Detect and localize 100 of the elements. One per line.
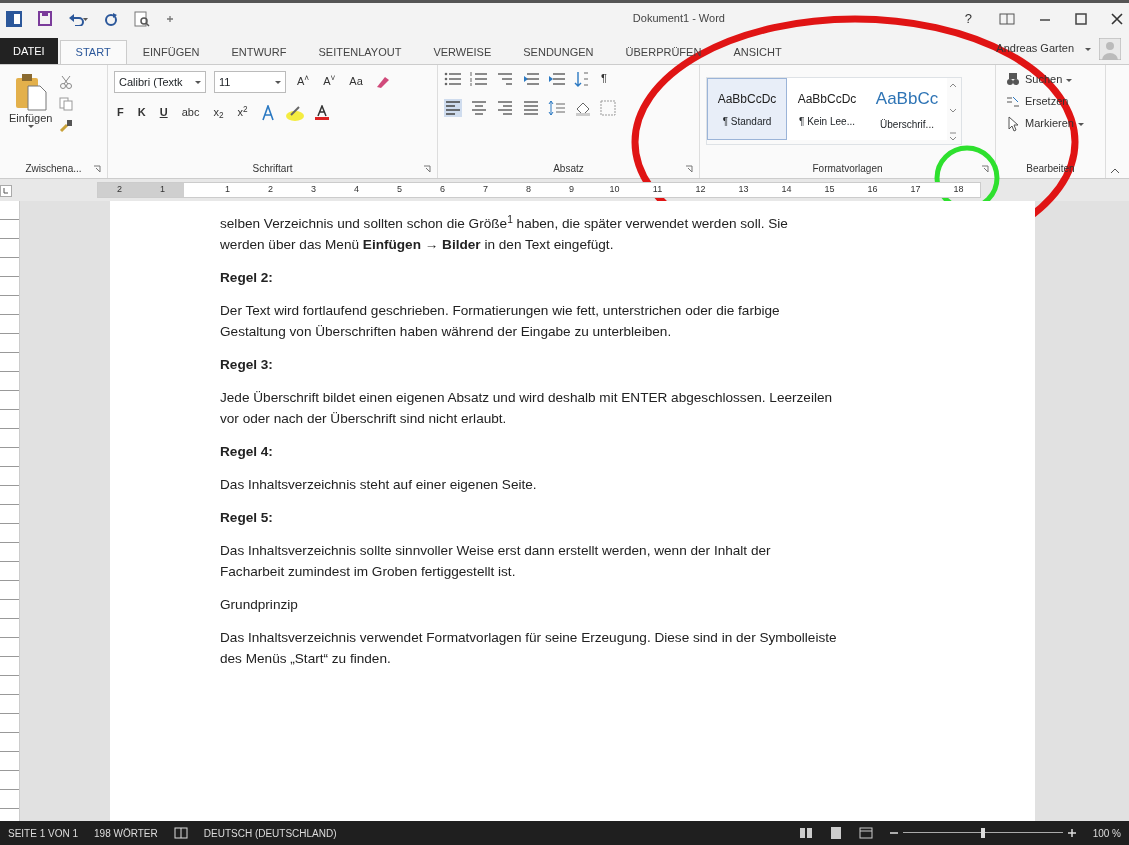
ribbon-tab[interactable]: ANSICHT — [717, 39, 798, 64]
ribbon-display-icon[interactable] — [999, 12, 1015, 25]
tab-selector-icon[interactable] — [0, 184, 12, 197]
ruler-number: 13 — [738, 184, 749, 195]
align-icon[interactable] — [496, 99, 514, 117]
group-label: Absatz — [553, 162, 584, 176]
ruler-number: 11 — [652, 184, 663, 195]
paragraph-text: Das Inhaltsverzeichnis verwendet Formatvorlagen für seine Erzeugung. Diese sind in der Symbolleiste des Menüs „Start“ zu finden. — [220, 629, 838, 668]
font-button[interactable]: A$^{˄}$ — [294, 74, 313, 90]
increase-indent-icon[interactable] — [548, 71, 566, 87]
paragraph-text: Grundprinzip — [220, 596, 299, 614]
ruler-number: 6 — [440, 184, 445, 195]
help-button[interactable]: ? — [961, 9, 975, 28]
redo-icon[interactable] — [104, 11, 118, 26]
print-layout-icon[interactable] — [828, 827, 843, 839]
dialog-launcher-icon[interactable] — [685, 164, 693, 173]
collapse-ribbon-icon[interactable] — [1110, 168, 1120, 174]
font-button[interactable]: A$^{˅}$ — [320, 74, 339, 90]
ribbon-tab[interactable]: SEITENLAYOUT — [302, 39, 418, 64]
ribbon-tab[interactable]: SENDUNGEN — [507, 39, 610, 64]
style-tile[interactable]: AaBbCcDc ¶ Kein Lee... — [787, 78, 867, 140]
style-tile[interactable]: AaBbCcDc ¶ Standard — [707, 78, 787, 140]
ribbon-tab[interactable]: ÜBERPRÜFEN — [609, 39, 718, 64]
page-count[interactable]: SEITE 1 VON 1 — [8, 825, 79, 841]
caret-icon — [27, 125, 34, 129]
caret-icon — [275, 80, 281, 84]
group-label: Zwischena... — [25, 162, 82, 176]
caret-icon — [1066, 78, 1073, 82]
font-size-field[interactable]: 11 — [214, 71, 286, 93]
ribbon-tab[interactable]: START — [59, 39, 127, 64]
ribbon-tab[interactable]: EINFÜGEN — [126, 39, 216, 64]
file-tab[interactable]: DATEI — [0, 37, 58, 64]
bullet-list-icon[interactable] — [444, 71, 462, 87]
binoculars-icon — [1005, 72, 1021, 88]
decrease-indent-icon[interactable] — [522, 71, 540, 87]
ruler-number: 18 — [953, 184, 964, 195]
ribbon-tab[interactable]: VERWEISE — [417, 39, 508, 64]
undo-icon[interactable] — [68, 11, 88, 26]
ruler-number: 7 — [483, 184, 488, 195]
language-indicator[interactable]: DEUTSCH (DEUTSCHLAND) — [203, 825, 337, 841]
show-formatting-button[interactable]: ¶ — [598, 71, 610, 87]
web-layout-icon[interactable] — [858, 827, 873, 839]
paragraph-text: Das Inhaltsverzeichnis sollte sinnvoller Weise erst dann erstellt werden, wenn der Inhalt der Facharbeit zumindest im Groben fertiggestellt ist. — [220, 542, 772, 581]
shading-icon[interactable] — [574, 100, 592, 116]
word-count[interactable]: 198 WÖRTER — [94, 825, 158, 841]
font-button[interactable]: Aa — [346, 74, 366, 90]
format-button[interactable]: F — [114, 105, 127, 121]
customize-icon[interactable] — [166, 14, 174, 23]
ruler-number: 10 — [609, 184, 620, 195]
paragraph-text: Der Text wird fortlaufend geschrieben. Formatierungen wie fett, unterstrichen oder die farbige Gestaltung von Überschriften haben während der Eingabe zu unterbleiben. — [220, 302, 781, 341]
close-icon[interactable] — [1111, 12, 1123, 25]
font-color-icon[interactable] — [312, 105, 331, 121]
format-button[interactable]: x$_{2}$ — [210, 105, 227, 121]
style-tile[interactable]: AaBbCc Überschrif... — [867, 78, 947, 140]
paragraph-text: Jede Überschrift bildet einen eigenen Absatz und wird deshalb mit ENTER abgeschlossen. Leerzeilen vor oder nach der Überschrift sind nicht erlaubt. — [220, 389, 834, 428]
sort-icon[interactable] — [574, 71, 590, 87]
ruler-number: 16 — [867, 184, 878, 195]
caret-icon — [195, 80, 201, 84]
word-logo-icon — [6, 10, 22, 27]
dialog-launcher-icon[interactable] — [423, 164, 431, 173]
align-icon[interactable] — [470, 99, 488, 117]
paragraph-text: Das Inhaltsverzeichnis steht auf einer eigenen Seite. — [220, 476, 538, 494]
format-button[interactable]: abc — [178, 105, 203, 121]
font-field[interactable]: Calibri (Textk — [114, 71, 206, 93]
print-preview-icon[interactable] — [134, 10, 150, 27]
format-button[interactable]: U — [156, 105, 171, 121]
numbered-list-icon[interactable] — [470, 71, 488, 87]
ruler-number: 2 — [117, 184, 122, 195]
paste-button[interactable]: Einfügen — [6, 71, 56, 161]
line-spacing-icon[interactable] — [548, 100, 566, 116]
multilevel-list-icon[interactable] — [496, 71, 514, 87]
ruler-number: 5 — [397, 184, 402, 195]
proofing-book-icon[interactable] — [173, 827, 188, 839]
caret-icon — [1085, 47, 1091, 51]
align-icon[interactable] — [444, 99, 462, 117]
dialog-launcher-icon[interactable] — [93, 164, 101, 173]
group-label: Schriftart — [252, 162, 293, 176]
read-mode-icon[interactable] — [798, 827, 813, 839]
maximize-icon[interactable] — [1075, 12, 1087, 25]
replace-icon — [1005, 94, 1021, 110]
ribbon-tab[interactable]: ENTWURF — [215, 39, 303, 64]
highlighter-icon[interactable] — [284, 105, 305, 121]
ruler-number: 17 — [910, 184, 921, 195]
ruler-number: 1 — [225, 184, 230, 195]
heading-text: Regel 5: — [220, 509, 274, 527]
save-icon[interactable] — [38, 11, 52, 26]
ruler-number: 4 — [354, 184, 359, 195]
zoom-level[interactable]: 100 % — [1092, 825, 1121, 841]
brush-icon[interactable] — [59, 119, 74, 133]
slider-thumb[interactable] — [980, 828, 985, 838]
format-button[interactable]: K — [134, 105, 149, 121]
align-icon[interactable] — [522, 99, 540, 117]
format-button[interactable]: x$^{2}$ — [234, 105, 251, 121]
heading-text: Regel 4: — [220, 443, 274, 461]
scissors-icon[interactable] — [59, 75, 74, 89]
cursor-icon — [1005, 116, 1021, 132]
zoom-in-icon[interactable] — [1066, 828, 1077, 838]
dialog-launcher-icon[interactable] — [981, 164, 989, 173]
ruler-number: 1 — [160, 184, 165, 195]
paragraph-text: selben Verzeichnis und sollten schon die Größe$^{1}$ haben, die später verwendet werden soll. Sie werden über das Menü Einfügen → Bilder in den Text eingefügt. — [220, 213, 789, 254]
